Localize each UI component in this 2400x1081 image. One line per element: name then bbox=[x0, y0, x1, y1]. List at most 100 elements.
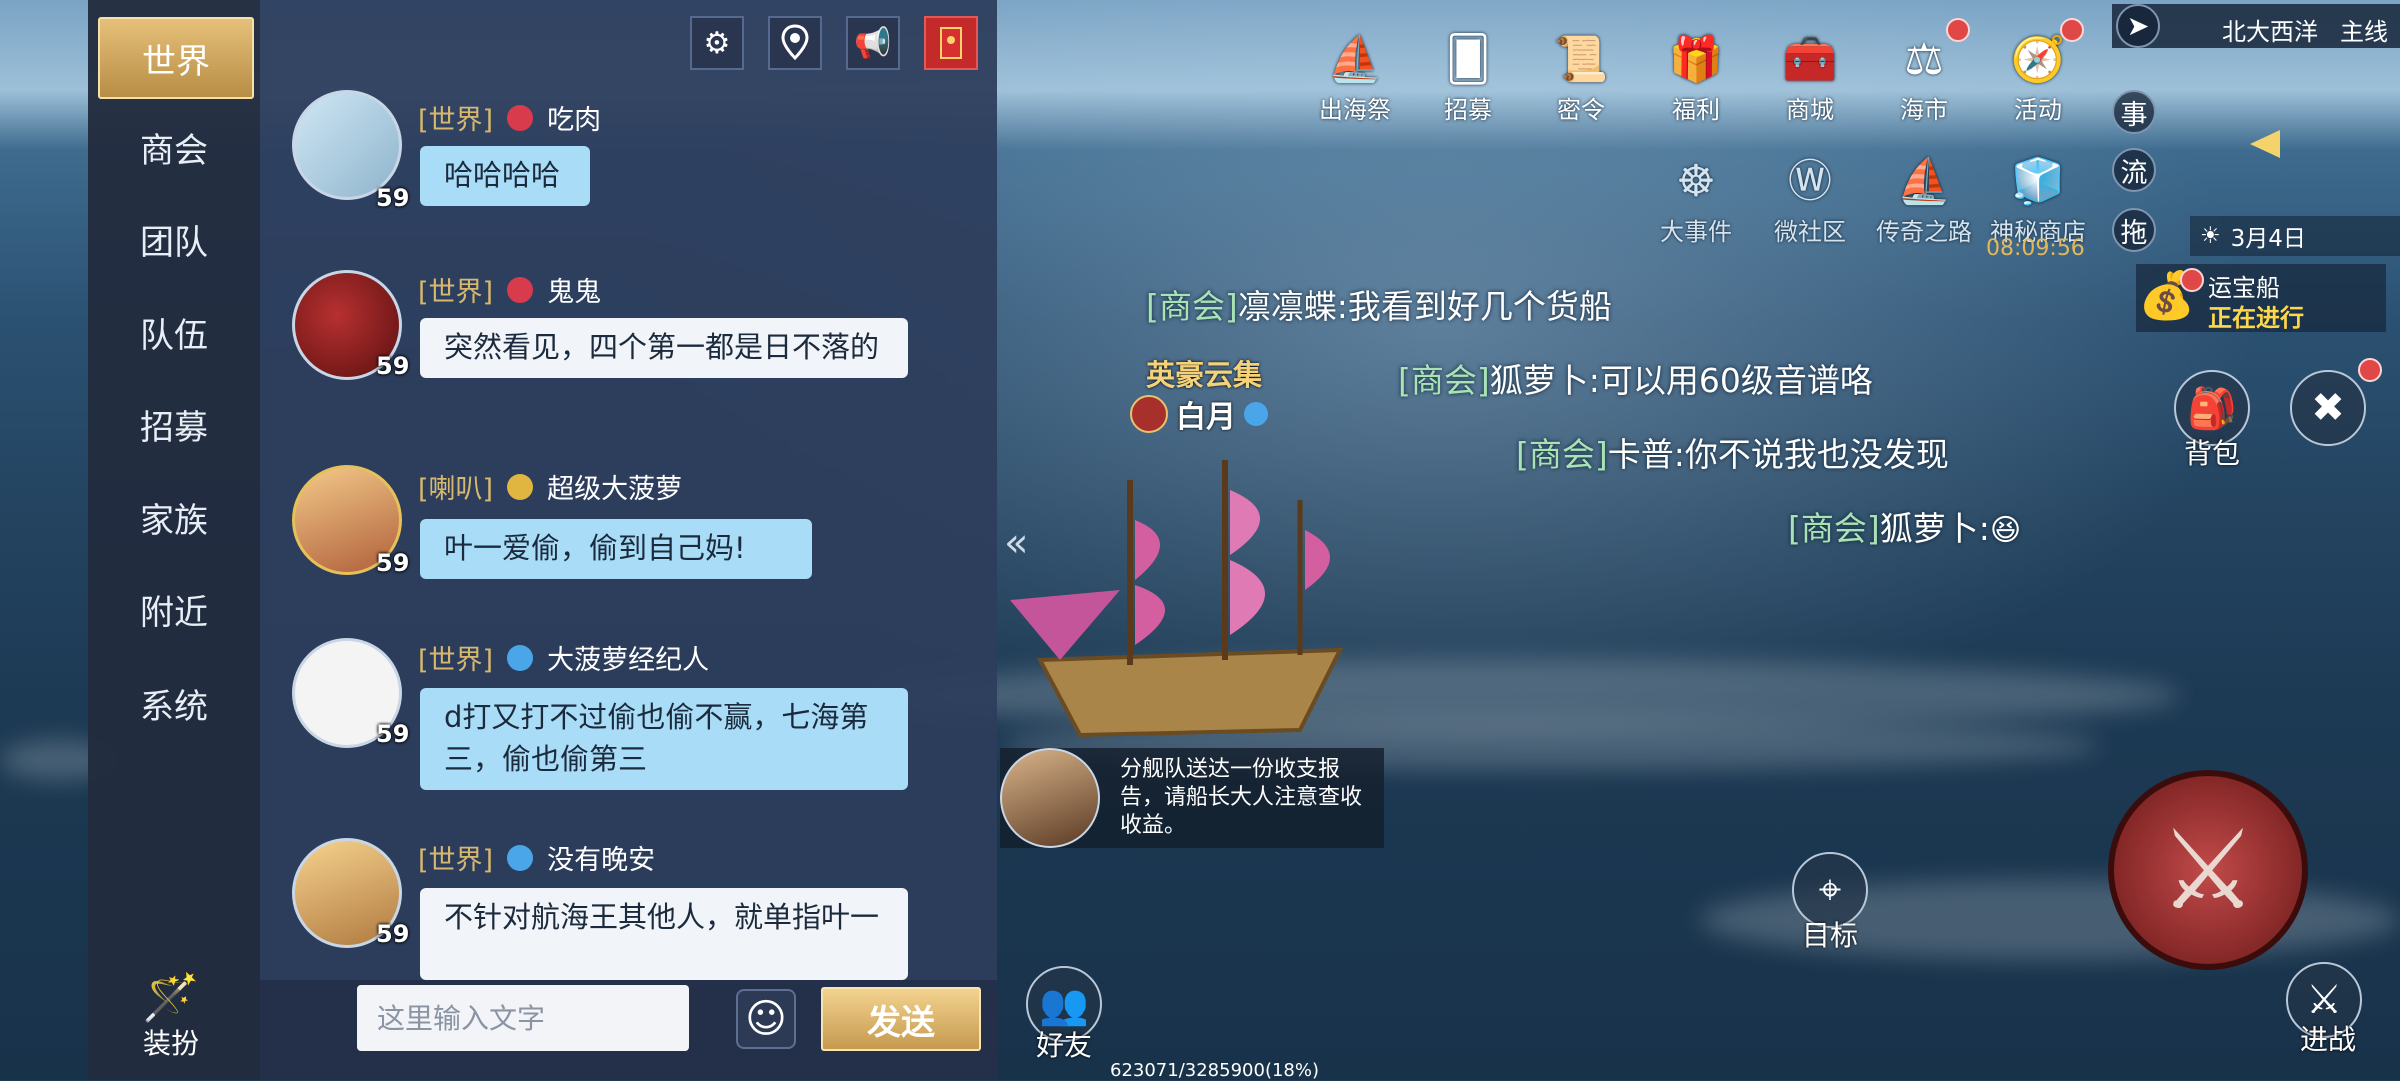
date-indicator: ☀ 3月4日 bbox=[2190, 216, 2400, 256]
notification-dot bbox=[1946, 18, 1970, 42]
channel-tag: [世界] bbox=[418, 645, 494, 676]
guild-chat-line: [商会]卡普:你不说我也没发现 bbox=[1516, 435, 1949, 474]
scroll-icon: 📜 bbox=[1553, 34, 1609, 85]
hud-mystery-shop[interactable]: 🧊 神秘商店 bbox=[1983, 152, 2093, 247]
nation-flag-icon bbox=[507, 844, 534, 871]
hud-market[interactable]: ⚖ 海市 bbox=[1869, 30, 1979, 125]
user-name[interactable]: 鬼鬼 bbox=[547, 270, 601, 309]
expand-arrow-icon[interactable]: ➤ bbox=[2116, 4, 2160, 48]
side-button-affairs[interactable]: 事 bbox=[2112, 90, 2156, 134]
nav-item-system[interactable]: 系统 bbox=[98, 664, 250, 742]
attack-crossed-swords-button[interactable]: ⚔ bbox=[2108, 770, 2308, 970]
message-bubble: 突然看见，四个第一都是日不落的 bbox=[420, 318, 908, 378]
hud-sea-festival[interactable]: ⛵ 出海祭 bbox=[1300, 30, 1410, 125]
nation-flag-icon bbox=[1244, 402, 1268, 426]
dress-up-label: 装扮 bbox=[142, 1027, 199, 1060]
ship-icon: ⛵ bbox=[1327, 34, 1383, 85]
chat-input[interactable] bbox=[357, 985, 689, 1051]
channel-tag: [世界] bbox=[418, 277, 494, 308]
message-bubble: d打又打不过偷也偷不赢，七海第三，偷也偷第三 bbox=[420, 688, 908, 790]
notification-dot bbox=[2358, 358, 2382, 382]
megaphone-icon[interactable]: 📢 bbox=[846, 16, 900, 70]
notification-dot bbox=[2060, 18, 2084, 42]
dress-up-button[interactable]: 🪄 装扮 bbox=[132, 966, 210, 1062]
enter-battle-label: 进战 bbox=[2300, 1023, 2357, 1056]
level-badge: 59 bbox=[376, 184, 410, 212]
nav-item-team[interactable]: 团队 bbox=[98, 200, 250, 278]
guild-chat-line: [商会]狐萝卜:可以用60级音谱咯 bbox=[1398, 361, 1873, 400]
collapse-arrow-icon[interactable] bbox=[2250, 130, 2280, 158]
shop-timer: 08:09:56 bbox=[1986, 236, 2085, 261]
hud-events[interactable]: 🧭 活动 bbox=[1983, 30, 2093, 125]
nav-item-recruit[interactable]: 招募 bbox=[98, 385, 250, 463]
nav-item-squad[interactable]: 队伍 bbox=[98, 293, 250, 371]
sea-region: 北大西洋 bbox=[2222, 18, 2318, 46]
guild-chat-line: [商会]狐萝卜:😆 bbox=[1788, 509, 2022, 548]
hud-mall[interactable]: 🧰 商城 bbox=[1755, 30, 1865, 125]
guild-chat-line: [商会]凛凛蝶:我看到好几个货船 bbox=[1146, 287, 1612, 326]
nation-flag-icon bbox=[507, 104, 534, 131]
emoji-icon: 😆 bbox=[1989, 513, 2022, 548]
chat-input-bar: ☺ 发送 bbox=[260, 980, 997, 1080]
send-button[interactable]: 发送 bbox=[821, 987, 981, 1051]
cubes-icon: 🧊 bbox=[2010, 156, 2066, 207]
channel-tag: [世界] bbox=[418, 105, 494, 136]
chest-icon: 🧰 bbox=[1782, 34, 1838, 85]
user-name[interactable]: 大菠萝经纪人 bbox=[547, 638, 709, 677]
nav-item-guild[interactable]: 商会 bbox=[98, 108, 250, 186]
fleet-notice[interactable]: 分舰队送达一份收支报告，请船长大人注意查收收益。 bbox=[1000, 748, 1384, 848]
gift-icon: 🎁 bbox=[1668, 34, 1724, 85]
sail-icon: ⛵ bbox=[1896, 156, 1952, 207]
user-name[interactable]: 超级大菠萝 bbox=[547, 467, 682, 506]
w-badge-icon: Ⓦ bbox=[1788, 156, 1832, 207]
card-icon: 🂠 bbox=[1445, 34, 1491, 85]
experience-progress-text: 623071/3285900(18%) bbox=[1110, 1060, 1319, 1081]
red-envelope-icon[interactable] bbox=[924, 16, 978, 70]
side-button-flow[interactable]: 流 bbox=[2112, 148, 2156, 192]
user-name[interactable]: 吃肉 bbox=[547, 98, 601, 137]
helm-icon: ☸ bbox=[1676, 156, 1716, 207]
gear-icon[interactable]: ⚙ bbox=[690, 16, 744, 70]
hud-secret-order[interactable]: 📜 密令 bbox=[1526, 30, 1636, 125]
fleet-icon[interactable]: ✖ bbox=[2290, 370, 2366, 446]
ship-guild-name: 英豪云集 bbox=[1146, 358, 1263, 392]
target-label: 目标 bbox=[1802, 919, 1859, 952]
channel-tag: [喇叭] bbox=[418, 474, 494, 505]
message-bubble: 叶一爱偷，偷到自己妈! bbox=[420, 519, 812, 579]
hud-community[interactable]: Ⓦ 微社区 bbox=[1755, 152, 1865, 247]
level-badge: 59 bbox=[376, 352, 410, 380]
level-badge: 59 bbox=[376, 920, 410, 948]
chat-panel: ⚙ 📢 59 [世界] 吃肉 哈哈哈哈 59 [世界] 鬼鬼 突然看见，四个第一… bbox=[260, 0, 997, 1080]
side-button-tow[interactable]: 拖 bbox=[2112, 208, 2156, 252]
guild-shield-icon bbox=[1130, 395, 1168, 433]
level-badge: 59 bbox=[376, 720, 410, 748]
nation-flag-icon bbox=[507, 276, 534, 303]
hud-big-event[interactable]: ☸ 大事件 bbox=[1641, 152, 1751, 247]
hud-legend-road[interactable]: ⛵ 传奇之路 bbox=[1869, 152, 1979, 247]
friends-label: 好友 bbox=[1036, 1029, 1093, 1062]
treasure-ship-event[interactable]: 💰 运宝船 正在进行 bbox=[2136, 264, 2386, 332]
channel-tag: [世界] bbox=[418, 845, 494, 876]
message-bubble: 不针对航海王其他人，就单指叶一 bbox=[420, 888, 908, 980]
chat-channel-nav: 世界 商会 团队 队伍 招募 家族 附近 系统 bbox=[88, 0, 260, 1080]
captain-avatar bbox=[1000, 748, 1100, 848]
user-name[interactable]: 没有晚安 bbox=[547, 838, 655, 877]
ship-nameplate: 白月 bbox=[1130, 392, 1268, 436]
hud-welfare[interactable]: 🎁 福利 bbox=[1641, 30, 1751, 125]
location-pin-icon[interactable] bbox=[768, 16, 822, 70]
mainline-tab[interactable]: 主线 bbox=[2340, 12, 2388, 47]
nav-item-family[interactable]: 家族 bbox=[98, 478, 250, 556]
emoji-icon[interactable]: ☺ bbox=[736, 989, 796, 1049]
level-badge: 59 bbox=[376, 549, 410, 577]
nav-item-nearby[interactable]: 附近 bbox=[98, 570, 250, 648]
nation-flag-icon bbox=[507, 473, 534, 500]
hud-recruit[interactable]: 🂠 招募 bbox=[1413, 30, 1523, 125]
bag-label: 背包 bbox=[2184, 437, 2241, 470]
scale-icon: ⚖ bbox=[1904, 34, 1944, 85]
collapse-chat-icon[interactable]: « bbox=[1004, 520, 1028, 566]
nav-item-world[interactable]: 世界 bbox=[98, 17, 254, 99]
player-ship[interactable] bbox=[1000, 450, 1380, 750]
nation-flag-icon bbox=[507, 644, 534, 671]
compass-icon: 🧭 bbox=[2010, 34, 2066, 85]
magic-wand-icon: 🪄 bbox=[142, 970, 200, 1024]
